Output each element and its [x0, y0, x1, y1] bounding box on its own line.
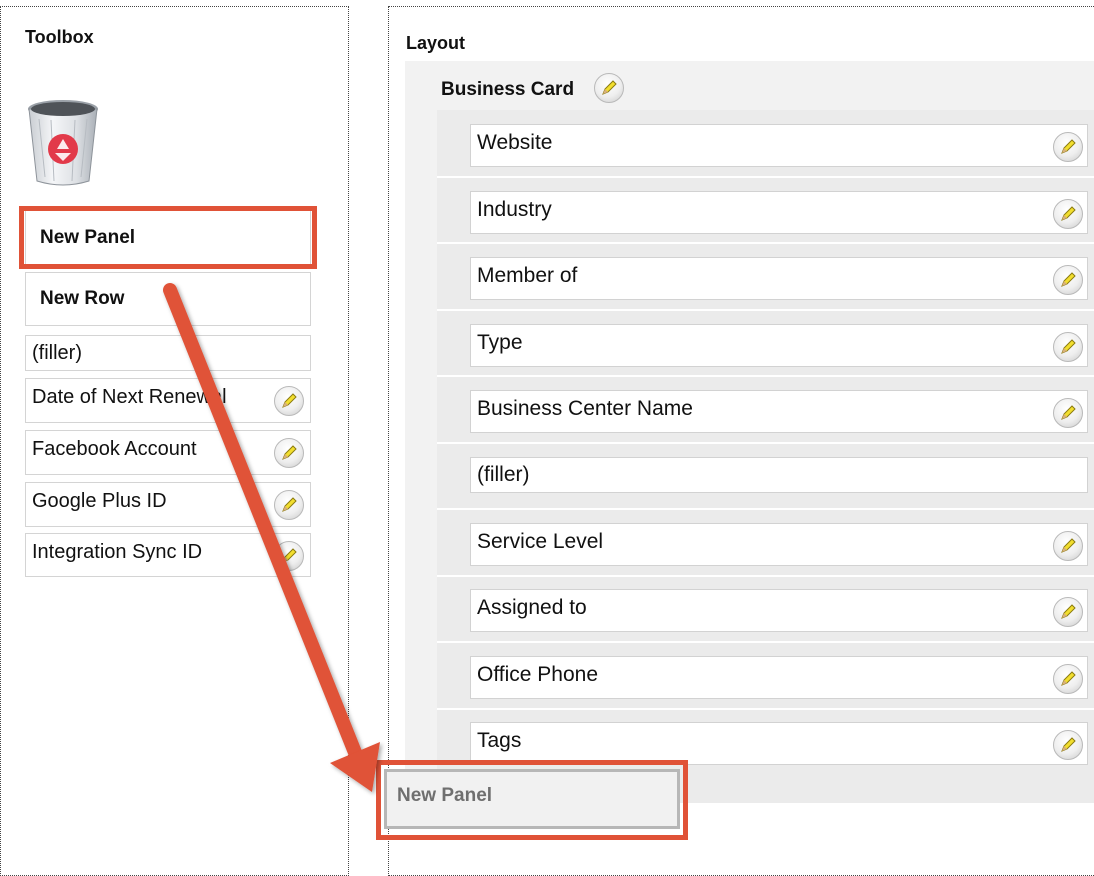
row-separator — [437, 708, 1094, 710]
pencil-icon[interactable] — [1053, 730, 1083, 760]
field-label: Assigned to — [477, 596, 587, 619]
field-label: Type — [477, 331, 523, 354]
field-label: Office Phone — [477, 663, 599, 686]
field-label: Website — [477, 131, 553, 154]
toolbox-new-row[interactable]: New Row — [25, 272, 311, 326]
toolbox-new-row-label: New Row — [40, 288, 125, 309]
row-separator — [437, 309, 1094, 311]
highlight-box — [376, 760, 688, 840]
field-label: Member of — [477, 264, 578, 287]
layout-field-business-center-name[interactable]: Business Center Name — [470, 390, 1088, 433]
pencil-icon[interactable] — [594, 73, 624, 103]
pencil-icon[interactable] — [1053, 132, 1083, 162]
toolbox-field-google-plus-id[interactable]: Google Plus ID — [25, 482, 311, 527]
toolbox-title: Toolbox — [25, 27, 94, 47]
row-separator — [437, 508, 1094, 510]
field-label: Business Center Name — [477, 397, 693, 420]
row-separator — [437, 176, 1094, 178]
pencil-icon[interactable] — [1053, 199, 1083, 229]
panel-title: Business Card — [441, 79, 575, 100]
recycle-bin-icon[interactable] — [25, 95, 101, 187]
field-label: Service Level — [477, 530, 604, 553]
pencil-icon[interactable] — [1053, 597, 1083, 627]
pencil-icon[interactable] — [274, 490, 304, 520]
row-separator — [437, 242, 1094, 244]
toolbox-field-label: Date of Next Renewal — [32, 386, 227, 408]
row-separator — [437, 442, 1094, 444]
layout-field-website[interactable]: Website — [470, 124, 1088, 167]
pencil-icon[interactable] — [1053, 531, 1083, 561]
toolbox-filler-label: (filler) — [32, 342, 82, 364]
highlight-box — [19, 206, 317, 269]
pencil-icon[interactable] — [274, 438, 304, 468]
toolbox-field-facebook-account[interactable]: Facebook Account — [25, 430, 311, 475]
layout-field-filler[interactable]: (filler) — [470, 457, 1088, 493]
pencil-icon[interactable] — [274, 386, 304, 416]
field-label: (filler) — [477, 463, 530, 486]
toolbox-field-label: Integration Sync ID — [32, 541, 203, 563]
row-separator — [437, 375, 1094, 377]
layout-title: Layout — [406, 33, 466, 53]
toolbox-field-label: Google Plus ID — [32, 490, 167, 512]
layout-field-service-level[interactable]: Service Level — [470, 523, 1088, 566]
layout-field-tags[interactable]: Tags — [470, 722, 1088, 765]
toolbox-field-label: Facebook Account — [32, 438, 197, 460]
pencil-icon[interactable] — [274, 541, 304, 571]
toolbox-field-date-of-next-renewal[interactable]: Date of Next Renewal — [25, 378, 311, 423]
pencil-icon[interactable] — [1053, 265, 1083, 295]
toolbox-filler[interactable]: (filler) — [25, 335, 311, 371]
field-label: Industry — [477, 198, 552, 221]
layout-field-assigned-to[interactable]: Assigned to — [470, 589, 1088, 632]
layout-field-type[interactable]: Type — [470, 324, 1088, 367]
row-separator — [437, 575, 1094, 577]
layout-field-member-of[interactable]: Member of — [470, 257, 1088, 300]
toolbox-field-integration-sync-id[interactable]: Integration Sync ID — [25, 533, 311, 577]
field-label: Tags — [477, 729, 522, 752]
layout-field-industry[interactable]: Industry — [470, 191, 1088, 234]
pencil-icon[interactable] — [1053, 664, 1083, 694]
row-separator — [437, 641, 1094, 643]
layout-field-office-phone[interactable]: Office Phone — [470, 656, 1088, 699]
pencil-icon[interactable] — [1053, 398, 1083, 428]
pencil-icon[interactable] — [1053, 332, 1083, 362]
